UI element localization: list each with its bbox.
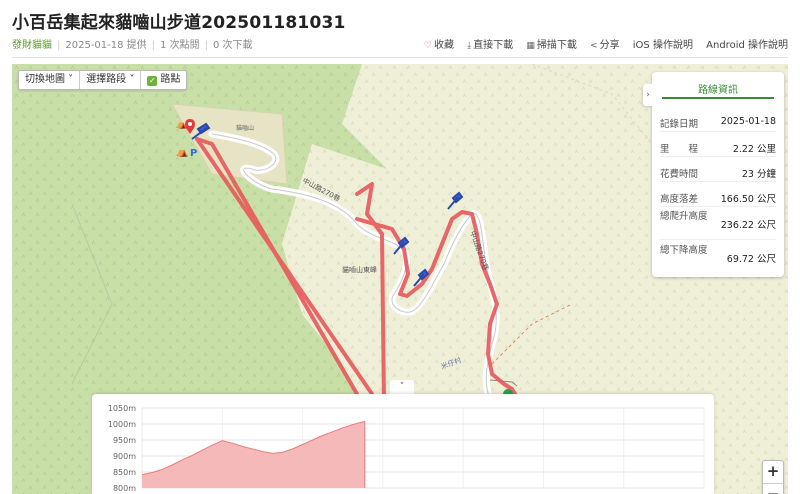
chevron-down-icon: ˅ (65, 74, 74, 85)
route-info-value: 236.22 公尺 (720, 220, 776, 231)
download-count: 0 次下載 (212, 40, 253, 51)
checkbox-checked-icon: ✓ (147, 76, 158, 86)
route-info-value: 166.50 公尺 (720, 194, 776, 205)
download-icon: ⤓ (467, 41, 472, 51)
waypoints-label: 路點 (160, 74, 181, 85)
zoom-control: + − (762, 460, 784, 494)
route-info-value: 69.72 公尺 (726, 254, 776, 265)
elevation-profile[interactable]: 1050m 1000m 950m 900m 850m 800m (92, 394, 714, 494)
click-count: 1 次點閱 (160, 40, 200, 51)
route-info-value: 2025-01-18 (720, 116, 776, 127)
select-segment-button[interactable]: 選擇路段 ˅ (80, 71, 142, 89)
ios-guide-link[interactable]: iOS 操作說明 (633, 40, 693, 51)
meta-separator: | (204, 40, 208, 51)
landmark-label: 貓嚙山東峰 (342, 265, 377, 274)
route-info-row: 高度落差 166.50 公尺 (660, 185, 776, 207)
route-info-row: 記錄日期 2025-01-18 (660, 110, 776, 132)
route-info-value: 2.22 公里 (732, 144, 776, 155)
provided-date: 2025-01-18 提供 (65, 40, 147, 51)
page-title: 小百岳集起來貓嚙山步道202501181031 (12, 13, 346, 33)
picnic-icon: ⛺ (176, 147, 188, 158)
panel-collapse-button[interactable]: › (643, 84, 653, 106)
scan-label: 掃描下載 (536, 40, 577, 51)
route-info-row: 總下降高度 69.72 公尺 (660, 242, 776, 274)
meta-row: 發財貓貓 | 2025-01-18 提供 | 1 次點閱 | 0 次下載 ♡ 收藏 ⤓ 直接下載… (12, 36, 788, 51)
map-toolbar: 切換地圖 ˅ 選擇路段 ˅ ✓ 路點 (18, 70, 188, 90)
favorite-label: 收藏 (433, 40, 454, 51)
route-info-title: 路線資訊 (662, 72, 774, 99)
track-meta: 發財貓貓 | 2025-01-18 提供 | 1 次點閱 | 0 次下載 (12, 36, 253, 51)
route-info-row: 里 程 2.22 公里 (660, 135, 776, 157)
route-info-label: 里 程 (660, 144, 699, 155)
qr-icon: ▦ (526, 41, 535, 51)
android-guide-link[interactable]: Android 操作說明 (706, 40, 788, 51)
share-label: 分享 (599, 40, 620, 51)
author-link[interactable]: 發財貓貓 (12, 40, 52, 51)
elevation-collapse-button[interactable]: ˅ (390, 380, 414, 394)
y-tick-label: 1050m (108, 404, 136, 413)
chevron-down-icon: ˅ (126, 74, 135, 85)
header-divider (12, 57, 788, 58)
route-info-label: 高度落差 (660, 194, 699, 205)
y-tick-label: 900m (113, 452, 136, 461)
waypoints-toggle[interactable]: ✓ 路點 (141, 71, 186, 89)
download-button[interactable]: ⤓ 直接下載 (467, 40, 513, 51)
map-view[interactable]: ⛺ ⛺ P 中山路270巷 中山路270巷 貓嚙山東峰 貓嚙山 米仔村 切換地圖… (12, 64, 788, 494)
switch-map-button[interactable]: 切換地圖 ˅ (19, 71, 81, 89)
route-info-label: 花費時間 (660, 169, 699, 180)
download-label: 直接下載 (473, 40, 514, 51)
mountain-label: 貓嚙山 (236, 124, 254, 132)
route-info-panel: › 路線資訊 記錄日期 2025-01-18 里 程 2.22 公里 花費時間 23 … (643, 72, 784, 277)
route-info-row: 總爬升高度 236.22 公尺 (660, 208, 776, 240)
select-segment-label: 選擇路段 (86, 74, 127, 85)
meta-separator: | (151, 40, 156, 51)
scan-download-button[interactable]: ▦ 掃描下載 (526, 40, 577, 51)
heart-icon: ♡ (423, 41, 432, 51)
y-tick-label: 950m (113, 436, 136, 445)
parking-icon: P (190, 148, 197, 159)
switch-map-label: 切換地圖 (25, 74, 65, 85)
zoom-out-button[interactable]: − (763, 483, 783, 494)
y-tick-label: 850m (113, 468, 136, 477)
route-info-row: 花費時間 23 分鐘 (660, 160, 776, 182)
y-tick-label: 1000m (108, 420, 136, 429)
action-bar: ♡ 收藏 ⤓ 直接下載 ▦ 掃描下載 < 分享 iOS 操作說明 Android 操作說… (414, 36, 788, 51)
share-button[interactable]: < 分享 (590, 40, 620, 51)
route-info-label: 總爬升高度 (660, 211, 708, 222)
zoom-in-button[interactable]: + (763, 461, 783, 483)
y-tick-label: 800m (113, 484, 136, 493)
route-info-value: 23 分鐘 (741, 169, 776, 180)
favorite-button[interactable]: ♡ 收藏 (424, 40, 454, 51)
elevation-chart[interactable]: 1050m 1000m 950m 900m 850m 800m (92, 394, 714, 494)
picnic-icon: ⛺ (176, 120, 187, 130)
elevation-area (142, 421, 365, 488)
route-info-label: 記錄日期 (660, 119, 699, 130)
share-icon: < (590, 41, 598, 51)
route-info-label: 總下降高度 (660, 245, 708, 256)
meta-separator: | (57, 40, 61, 51)
